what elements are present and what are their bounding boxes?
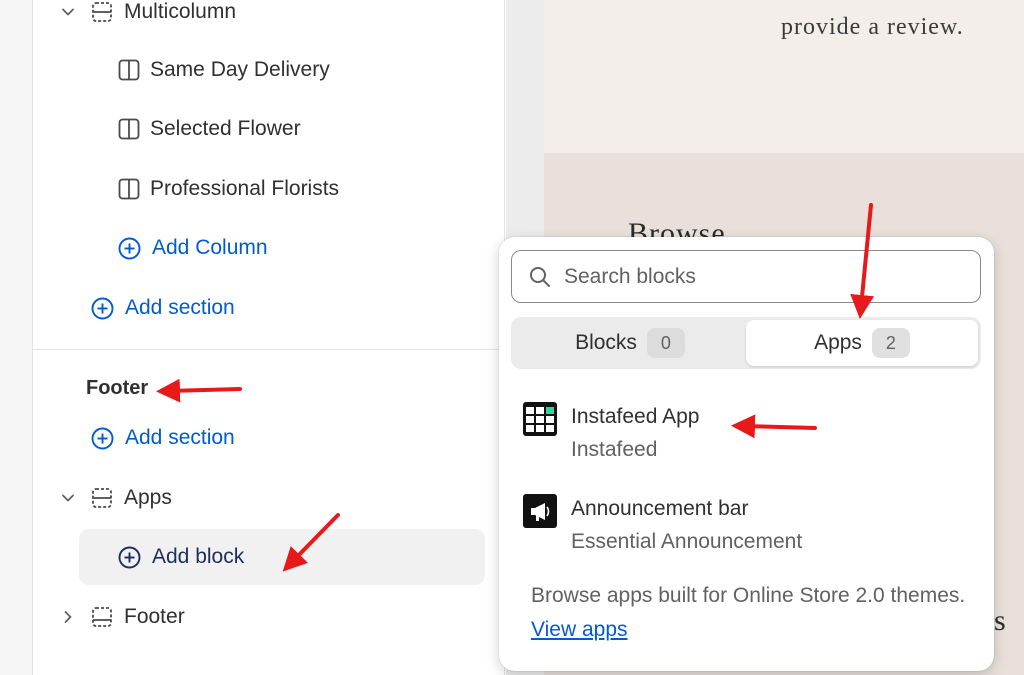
footer-heading-label: Footer — [86, 376, 149, 399]
section-label: Footer — [124, 605, 185, 628]
column-icon — [118, 59, 140, 81]
app-developer: Essential Announcement — [571, 530, 803, 553]
column-block-item[interactable]: Selected Flower — [118, 115, 301, 143]
app-block-item[interactable]: Announcement bar Essential Announcement — [523, 494, 802, 557]
section-label: Apps — [124, 486, 172, 509]
tab-apps[interactable]: Apps 2 — [746, 320, 978, 366]
column-block-item[interactable]: Same Day Delivery — [118, 56, 330, 84]
instafeed-grid-icon — [523, 402, 557, 436]
plus-circle-icon — [118, 237, 141, 260]
footer-add-section-button[interactable]: Add section — [91, 424, 235, 452]
app-name: Instafeed App — [571, 405, 700, 428]
megaphone-icon — [523, 494, 557, 528]
view-apps-link[interactable]: View apps — [531, 618, 628, 641]
add-column-label: Add Column — [152, 236, 268, 259]
section-footer-icon — [90, 606, 114, 628]
add-section-label: Add section — [125, 426, 235, 449]
tab-blocks[interactable]: Blocks 0 — [514, 320, 746, 366]
count-badge: 0 — [646, 328, 685, 358]
section-apps[interactable]: Apps — [58, 484, 172, 512]
sidebar-divider — [33, 349, 505, 350]
section-icon — [90, 1, 114, 23]
chevron-down-icon[interactable] — [58, 5, 78, 19]
app-text: Instafeed App Instafeed — [571, 402, 699, 465]
chevron-right-icon[interactable] — [58, 610, 78, 624]
column-label: Professional Florists — [150, 177, 340, 200]
app-name: Announcement bar — [571, 497, 749, 520]
app-developer: Instafeed — [571, 438, 658, 461]
column-icon — [118, 118, 140, 140]
search-field[interactable] — [511, 250, 981, 303]
plus-circle-icon — [118, 546, 141, 569]
block-type-tabs: Blocks 0 Apps 2 — [511, 317, 981, 369]
add-column-button[interactable]: Add Column — [118, 234, 268, 262]
plus-circle-icon — [91, 297, 114, 320]
preview-trailing-text: s — [994, 604, 1006, 637]
add-block-label: Add block — [152, 545, 245, 568]
section-footer[interactable]: Footer — [58, 603, 185, 631]
column-block-item[interactable]: Professional Florists — [118, 175, 339, 203]
plus-circle-icon — [91, 427, 114, 450]
section-label: Multicolumn — [124, 0, 237, 23]
browse-apps-text: Browse apps built for Online Store 2.0 t… — [531, 584, 966, 607]
column-label: Same Day Delivery — [150, 58, 330, 81]
tab-label: Blocks — [575, 331, 637, 354]
column-label: Selected Flower — [150, 117, 301, 140]
tab-label: Apps — [814, 331, 862, 354]
add-block-popover: Blocks 0 Apps 2 Instafeed App Instafeed — [499, 237, 994, 671]
add-section-label: Add section — [125, 296, 235, 319]
search-icon — [530, 266, 550, 287]
chevron-down-icon[interactable] — [58, 491, 78, 505]
search-input[interactable] — [564, 264, 944, 289]
left-gutter — [0, 0, 33, 675]
add-block-button[interactable]: Add block — [118, 543, 244, 571]
browse-apps-note: Browse apps built for Online Store 2.0 t… — [531, 579, 971, 647]
app-block-item[interactable]: Instafeed App Instafeed — [523, 402, 699, 465]
column-icon — [118, 178, 140, 200]
preview-review-text: provide a review. — [781, 14, 964, 40]
app-text: Announcement bar Essential Announcement — [571, 494, 802, 557]
add-section-button[interactable]: Add section — [91, 294, 235, 322]
section-multicolumn[interactable]: Multicolumn — [58, 0, 236, 24]
count-badge: 2 — [871, 328, 910, 358]
footer-group-heading: Footer — [86, 374, 148, 402]
section-icon — [90, 487, 114, 509]
